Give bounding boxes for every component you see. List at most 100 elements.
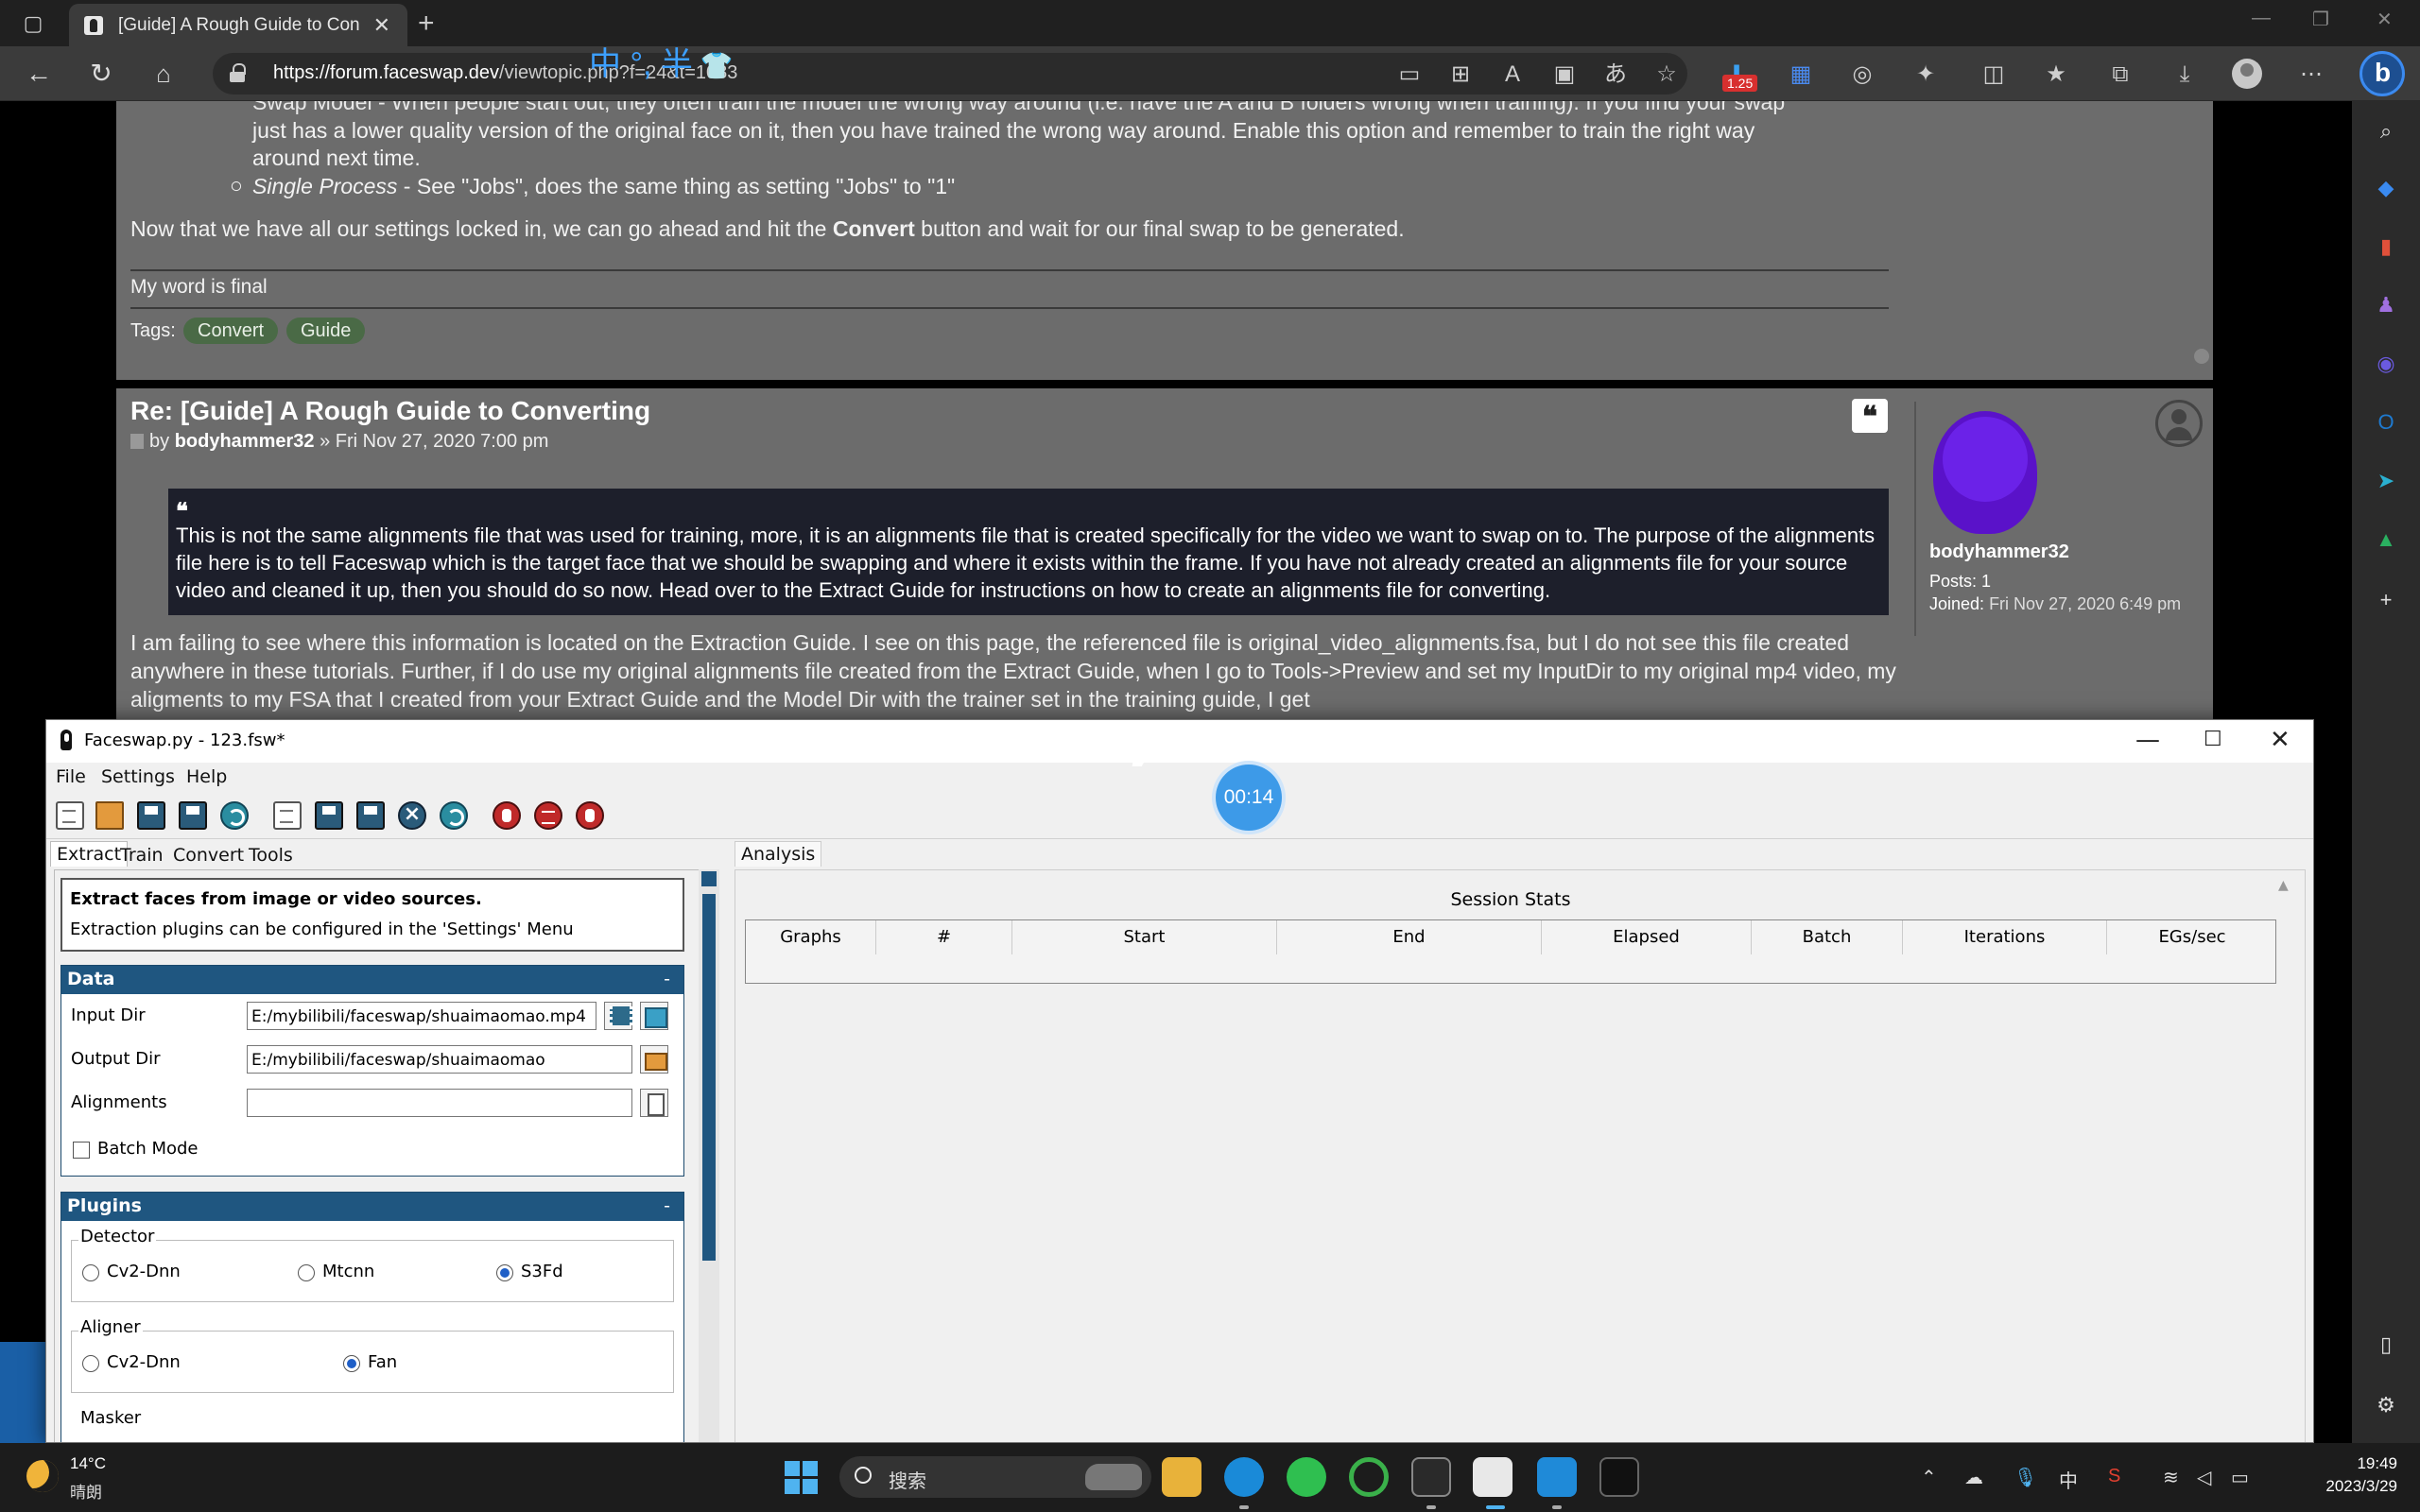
- input-dir-field[interactable]: E:/mybilibili/faceswap/shuaimaomao.mp4: [247, 1002, 596, 1030]
- wechat-icon[interactable]: [1287, 1457, 1326, 1497]
- profile-avatar[interactable]: [2232, 59, 2262, 89]
- column-header[interactable]: EGs/sec: [2107, 920, 2277, 954]
- profile-username[interactable]: bodyhammer32: [1929, 541, 2069, 563]
- column-header[interactable]: Iterations: [1903, 920, 2107, 954]
- aligner-cv2-dnn-radio[interactable]: [82, 1355, 99, 1372]
- config-list-icon[interactable]: [534, 801, 562, 830]
- select-output-folder-icon[interactable]: [640, 1045, 668, 1074]
- tab-train[interactable]: Train: [120, 845, 164, 866]
- menu-help[interactable]: Help: [186, 766, 227, 787]
- read-aloud-icon[interactable]: A: [1498, 60, 1527, 89]
- minimize-window-button[interactable]: —: [2252, 8, 2271, 29]
- scroll-up-icon[interactable]: [701, 871, 717, 886]
- app-available-icon[interactable]: ▭: [1395, 60, 1424, 89]
- output-dir-field[interactable]: E:/mybilibili/faceswap/shuaimaomao: [247, 1045, 632, 1074]
- weather-temperature[interactable]: 14°C: [70, 1454, 106, 1473]
- wifi-icon[interactable]: ≋: [2163, 1466, 2179, 1489]
- faceswap-maximize-button[interactable]: ☐: [2204, 728, 2222, 751]
- loading-app-icon[interactable]: [1349, 1457, 1389, 1497]
- new-task-icon[interactable]: [273, 801, 302, 830]
- select-image-folder-icon[interactable]: [640, 1002, 668, 1030]
- plugins-section-header[interactable]: Plugins -: [61, 1193, 683, 1221]
- show-hidden-icons[interactable]: ⌃: [1921, 1466, 1937, 1489]
- file-explorer-icon[interactable]: [1162, 1457, 1201, 1497]
- sidebar-games-icon[interactable]: ♟: [2371, 290, 2401, 320]
- detector-s3fd-radio[interactable]: [496, 1264, 513, 1281]
- home-button[interactable]: ⌂: [147, 58, 180, 90]
- glasses-extension-icon[interactable]: ◎: [1848, 60, 1876, 89]
- reload-project-icon[interactable]: [220, 801, 249, 830]
- translate-icon[interactable]: あ: [1601, 60, 1630, 89]
- windows-start-icon[interactable]: [785, 1461, 819, 1495]
- column-header[interactable]: Batch: [1752, 920, 1903, 954]
- back-to-top-icon[interactable]: [2194, 349, 2209, 364]
- extensions-grid-icon[interactable]: ⊞: [1446, 60, 1475, 89]
- column-header[interactable]: Start: [1012, 920, 1277, 954]
- onedrive-icon[interactable]: ☁: [1964, 1466, 1983, 1489]
- select-alignments-file-icon[interactable]: [640, 1089, 668, 1117]
- scroll-up-arrow-icon[interactable]: ▲: [2278, 878, 2289, 893]
- maximize-window-button[interactable]: ❐: [2312, 8, 2329, 31]
- sidebar-send-icon[interactable]: ➤: [2371, 466, 2401, 496]
- collections-icon[interactable]: ⧉: [2106, 60, 2135, 89]
- data-section-header[interactable]: Data -: [61, 966, 683, 994]
- select-video-icon[interactable]: [604, 1002, 632, 1030]
- capcut-icon[interactable]: [1599, 1457, 1639, 1497]
- bing-chat-icon[interactable]: [2360, 51, 2405, 96]
- column-header[interactable]: Elapsed: [1542, 920, 1752, 954]
- detector-cv2-dnn-radio[interactable]: [82, 1264, 99, 1281]
- sidebar-search-icon[interactable]: ⌕: [2371, 116, 2401, 146]
- recording-timer[interactable]: 00:14: [1216, 765, 1282, 831]
- volume-icon[interactable]: ◁: [2197, 1466, 2211, 1489]
- refresh-button[interactable]: ↻: [85, 58, 117, 90]
- save-task-icon[interactable]: [315, 801, 343, 830]
- tag-convert[interactable]: Convert: [183, 318, 279, 344]
- split-screen-icon[interactable]: ◫: [1979, 60, 2008, 89]
- post-author-link[interactable]: bodyhammer32: [175, 431, 315, 452]
- weather-description[interactable]: 晴朗: [70, 1479, 102, 1503]
- column-header[interactable]: Graphs: [746, 920, 876, 954]
- sidebar-shopping-icon[interactable]: ◆: [2371, 173, 2401, 203]
- system-clock[interactable]: 19:49 2023/3/29: [2324, 1452, 2397, 1498]
- menu-file[interactable]: File: [56, 766, 86, 787]
- favorites-icon[interactable]: ★: [2042, 60, 2070, 89]
- sogou-ime-icon[interactable]: S: [2108, 1466, 2120, 1487]
- sidebar-m365-icon[interactable]: ◉: [2371, 349, 2401, 379]
- reload-task-icon[interactable]: [440, 801, 468, 830]
- terminal-icon[interactable]: [1411, 1457, 1451, 1497]
- faceswap-taskbar-icon[interactable]: [1473, 1457, 1512, 1497]
- taskbar-search[interactable]: 搜索: [839, 1456, 1151, 1498]
- menu-settings[interactable]: Settings: [101, 766, 175, 787]
- quote-button[interactable]: ❝: [1852, 399, 1888, 433]
- save-project-as-icon[interactable]: [179, 801, 207, 830]
- edge-browser-icon[interactable]: [1224, 1457, 1264, 1497]
- sidebar-outlook-icon[interactable]: O: [2371, 407, 2401, 438]
- battery-icon[interactable]: ▭: [2231, 1466, 2249, 1489]
- puzzle-extensions-icon[interactable]: ✦: [1911, 60, 1940, 89]
- ime-language-indicator[interactable]: 中: [2059, 1466, 2078, 1493]
- more-options-icon[interactable]: ⋯: [2297, 60, 2325, 89]
- sidebar-settings-icon[interactable]: ⚙: [2371, 1390, 2401, 1420]
- tab-extract[interactable]: Extract: [50, 841, 129, 867]
- column-header[interactable]: End: [1277, 920, 1542, 954]
- faceswap-minimize-button[interactable]: —: [2135, 726, 2160, 754]
- downloads-icon[interactable]: ⤓: [2170, 60, 2199, 89]
- tag-guide[interactable]: Guide: [286, 318, 366, 344]
- aligner-fan-radio[interactable]: [343, 1355, 360, 1372]
- moon-weather-icon[interactable]: [26, 1460, 59, 1492]
- immersive-reader-icon[interactable]: ▣: [1550, 60, 1579, 89]
- close-window-button[interactable]: ✕: [2377, 8, 2393, 31]
- sidebar-tree-icon[interactable]: ▲: [2371, 524, 2401, 555]
- notepad-app-icon[interactable]: [1537, 1457, 1577, 1497]
- batch-mode-checkbox[interactable]: [73, 1142, 90, 1159]
- sidebar-split-icon[interactable]: ▯: [2371, 1330, 2401, 1360]
- sidebar-add-icon[interactable]: +: [2371, 585, 2401, 615]
- column-header[interactable]: #: [876, 920, 1012, 954]
- clear-task-icon[interactable]: ×: [398, 801, 426, 830]
- post-title[interactable]: Re: [Guide] A Rough Guide to Converting: [130, 396, 650, 426]
- github-link-icon[interactable]: [576, 801, 604, 830]
- save-task-as-icon[interactable]: [356, 801, 385, 830]
- tab-actions-icon[interactable]: ▢: [19, 9, 47, 38]
- author-avatar[interactable]: [1933, 411, 2037, 534]
- new-tab-button[interactable]: +: [418, 8, 435, 40]
